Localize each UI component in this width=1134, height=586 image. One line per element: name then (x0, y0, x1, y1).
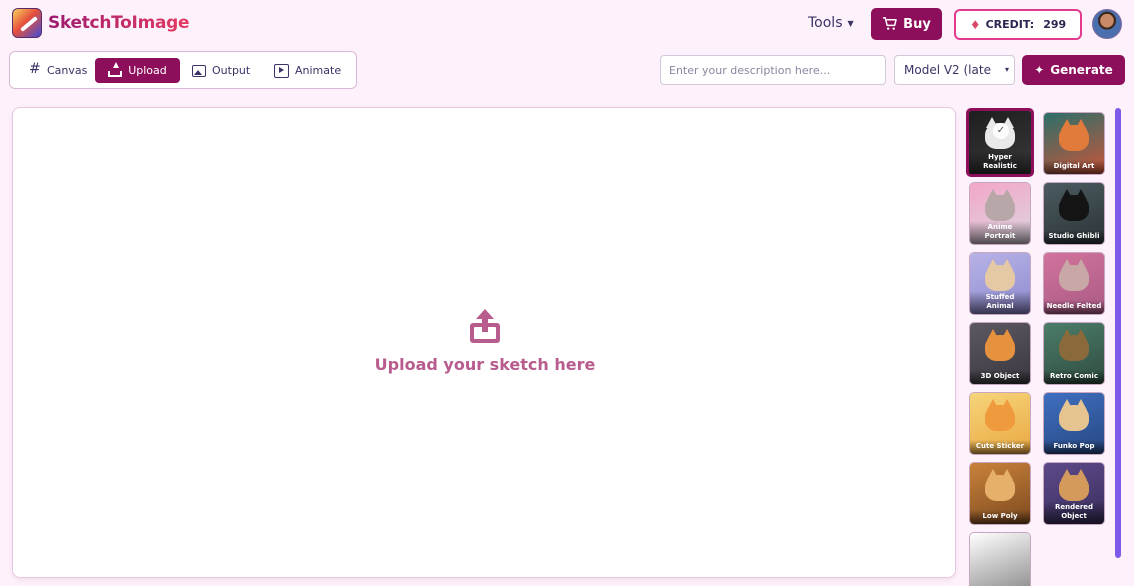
generate-button[interactable]: ✦ Generate (1022, 55, 1125, 85)
style-grid: ✓ Hyper Realistic Digital Art Anime Portrai… (966, 108, 1112, 586)
style-option-label: Needle Felted (1044, 300, 1104, 314)
generate-button-label: Generate (1050, 63, 1113, 77)
style-option[interactable]: Digital Art (1043, 112, 1105, 175)
tab-animate-label: Animate (295, 64, 342, 77)
style-option[interactable]: Studio Ghibli (1043, 182, 1105, 245)
tab-canvas[interactable]: Canvas (20, 58, 95, 83)
tab-upload[interactable]: Upload (95, 58, 180, 83)
tab-upload-label: Upload (128, 64, 167, 77)
upload-share-icon (470, 309, 500, 343)
credit-value: 299 (1043, 18, 1067, 31)
style-option[interactable] (969, 532, 1031, 586)
cart-icon (883, 17, 897, 30)
description-input[interactable] (660, 55, 886, 85)
tools-menu[interactable]: Tools ▼ (808, 15, 854, 31)
buy-button-label: Buy (903, 16, 931, 32)
style-option[interactable]: Cute Sticker (969, 392, 1031, 455)
style-option-label: Funko Pop (1044, 440, 1104, 454)
style-option-label: 3D Object (970, 370, 1030, 384)
style-option[interactable]: Rendered Object (1043, 462, 1105, 525)
app-title: SketchToImage (48, 13, 190, 33)
mode-tabs: Canvas Upload Output Animate (9, 51, 357, 89)
style-option[interactable]: Funko Pop (1043, 392, 1105, 455)
style-option-label: Hyper Realistic (969, 151, 1031, 174)
tools-menu-label: Tools (808, 15, 843, 31)
tab-output[interactable]: Output (184, 58, 258, 83)
tab-canvas-label: Canvas (47, 64, 88, 77)
style-option[interactable]: Retro Comic (1043, 322, 1105, 385)
sparkle-icon: ✦ (1034, 63, 1045, 77)
style-option[interactable]: Low Poly (969, 462, 1031, 525)
play-icon (274, 63, 289, 78)
chevron-down-icon: ▾ (1004, 65, 1009, 74)
tab-output-label: Output (212, 64, 251, 77)
style-option-label: Rendered Object (1044, 501, 1104, 524)
style-option-label: Retro Comic (1044, 370, 1104, 384)
style-grid-scrollbar[interactable] (1115, 108, 1121, 558)
tab-animate[interactable]: Animate (266, 58, 349, 83)
style-thumbnail (970, 533, 1030, 586)
style-option-label: Anime Portrait (970, 221, 1030, 244)
style-option[interactable]: Stuffed Animal (969, 252, 1031, 315)
upload-prompt-text: Upload your sketch here (374, 355, 596, 374)
app-header: SketchToImage Tools ▼ Buy ♦ CREDIT: 299 (0, 0, 1134, 48)
style-option-label: Low Poly (970, 510, 1030, 524)
style-option-label: Studio Ghibli (1044, 230, 1104, 244)
upload-icon (108, 61, 123, 77)
caret-down-icon: ▼ (847, 18, 854, 28)
gem-icon: ♦ (969, 17, 981, 32)
upload-dropzone[interactable]: Upload your sketch here (12, 107, 956, 578)
logo-icon (12, 8, 42, 38)
app-logo[interactable]: SketchToImage (12, 8, 190, 38)
model-select[interactable]: Model V2 (late ▾ (894, 55, 1015, 85)
style-option-label: Cute Sticker (970, 440, 1030, 454)
style-option[interactable]: Anime Portrait (969, 182, 1031, 245)
style-option[interactable]: Needle Felted (1043, 252, 1105, 315)
check-icon: ✓ (993, 123, 1009, 139)
style-option[interactable]: ✓ Hyper Realistic (966, 108, 1034, 177)
style-option-label: Digital Art (1044, 160, 1104, 174)
image-icon (192, 64, 206, 77)
style-option[interactable]: 3D Object (969, 322, 1031, 385)
credit-display[interactable]: ♦ CREDIT: 299 (954, 9, 1082, 40)
style-option-label: Stuffed Animal (970, 291, 1030, 314)
grid-icon (28, 61, 41, 77)
model-select-value: Model V2 (late (904, 63, 991, 77)
credit-label: CREDIT: (985, 18, 1035, 31)
user-avatar[interactable] (1092, 9, 1122, 39)
buy-button[interactable]: Buy (871, 8, 942, 40)
